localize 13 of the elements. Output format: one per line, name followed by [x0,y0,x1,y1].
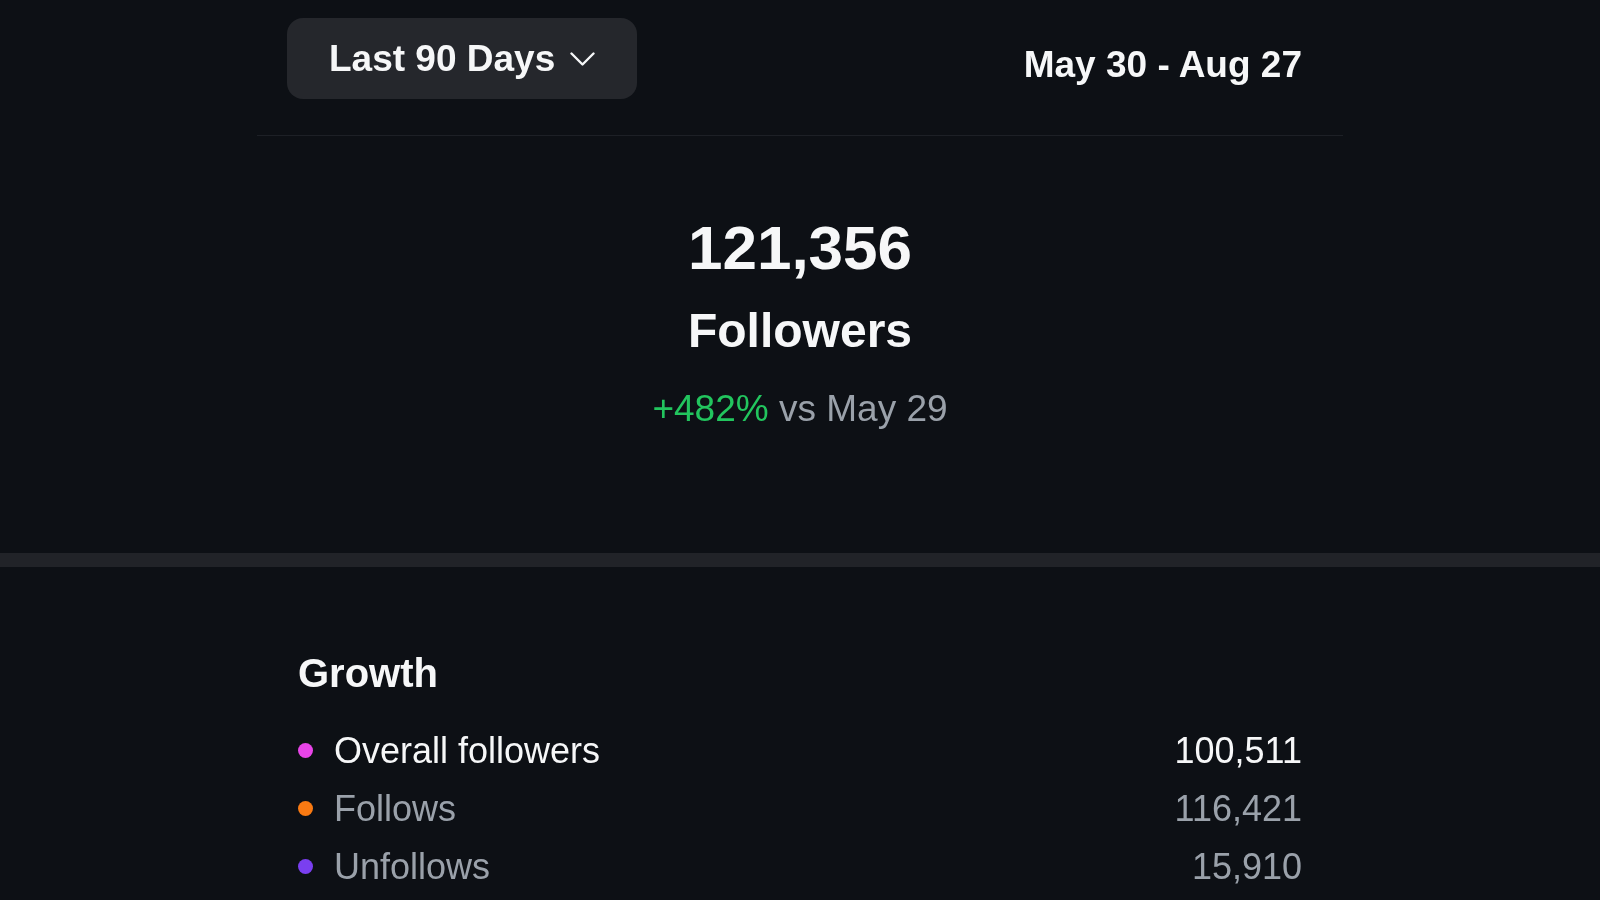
metric-label: Unfollows [334,846,492,888]
date-range: May 30 - Aug 27 [1023,44,1302,86]
metric-value: 116,421 [1174,788,1302,830]
chevron-down-icon [570,51,596,66]
followers-label: Followers [687,303,912,359]
metric-value: 100,511 [1174,730,1302,772]
follower-count: 121,356 [687,212,913,284]
change-summary: +482% vs May 29 [652,388,948,430]
metric-label: Follows [334,788,458,830]
metric-label: Overall followers [334,730,602,772]
range-dropdown[interactable]: Last 90 Days [287,18,638,99]
section-title: Growth [298,650,438,697]
metric-value: 15,910 [1191,846,1302,888]
